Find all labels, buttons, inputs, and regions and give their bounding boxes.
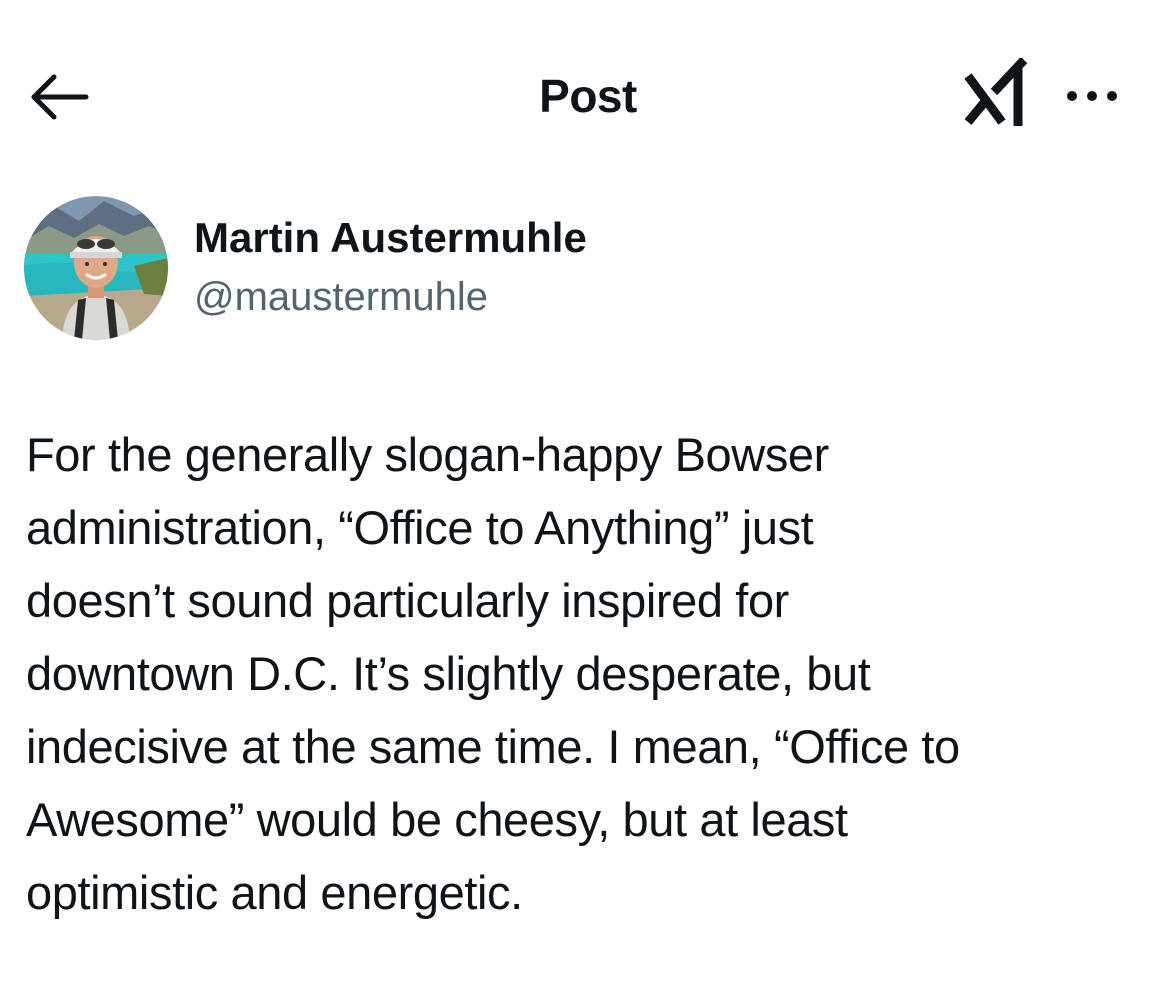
post-author: Martin Austermuhle @maustermuhle [24,196,1144,346]
post-text-line: optimistic and energetic. [26,866,523,919]
post-body: For the generally slogan-happy Bowser ad… [26,418,1156,929]
author-display-name[interactable]: Martin Austermuhle [194,212,587,264]
more-horizontal-icon [1067,91,1117,101]
grok-button[interactable] [962,58,1034,130]
post-text-line: Awesome” would be cheesy, but at least [26,793,848,846]
author-handle[interactable]: @maustermuhle [194,272,488,322]
grok-logo-icon [964,58,1028,126]
post-text-line: For the generally slogan-happy Bowser [26,428,829,481]
profile-photo [24,196,168,340]
page-title-text: Post [539,70,637,122]
post-text-line: indecisive at the same time. I mean, “Of… [26,720,960,773]
post-text-line: downtown D.C. It’s slightly desperate, b… [26,647,871,700]
avatar[interactable] [24,196,168,340]
post-text-line: doesn’t sound particularly inspired for [26,574,789,627]
more-button[interactable] [1056,78,1128,114]
post-text-line: administration, “Office to Anything” jus… [26,501,814,554]
post-header: Post [0,0,1176,190]
